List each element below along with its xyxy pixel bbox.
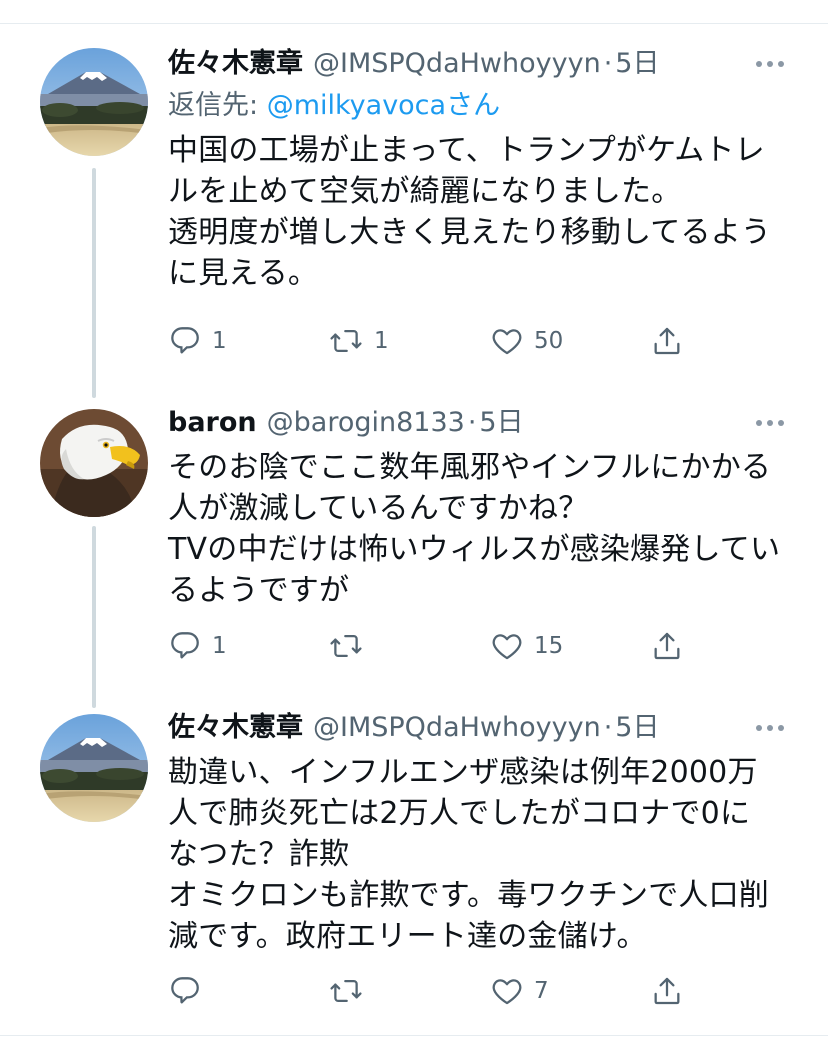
display-name[interactable]: baron <box>168 403 257 443</box>
avatar-fuji[interactable] <box>40 48 148 156</box>
tweet-text-line: 中国の工場が止まって、トランプがケムトレ <box>168 133 765 168</box>
timestamp[interactable]: 5日 <box>615 708 659 748</box>
share-button[interactable] <box>650 971 684 1011</box>
display-name[interactable]: 佐々木憲章 <box>168 708 303 748</box>
more-options-icon[interactable] <box>756 403 784 443</box>
share-button[interactable] <box>650 626 684 666</box>
tweet-actions: 7 <box>168 971 688 1011</box>
tweet-text-line: ルを止めて空気が綺麗になりました。 <box>168 174 682 209</box>
timestamp[interactable]: 5日 <box>479 403 523 443</box>
retweet-arrows-icon <box>330 979 362 1003</box>
user-handle[interactable]: @IMSPQdaHwhoyyyn <box>313 708 601 748</box>
tweet-text-line: TVの中だけは怖いウィルスが感染爆発してい <box>168 532 781 567</box>
replying-to-label: 返信先: <box>168 90 267 121</box>
tweet-actions: 1 15 <box>168 626 688 666</box>
tweet-text-line: に見える。 <box>168 256 319 291</box>
retweet-button[interactable] <box>328 626 374 666</box>
upload-share-icon <box>654 977 680 1005</box>
reply-button[interactable]: 1 <box>168 321 227 361</box>
tweet[interactable]: baron @barogin8133 · 5日 そのお陰でここ数年風邪やインフル… <box>168 403 798 660</box>
reply-count: 1 <box>212 633 227 659</box>
separator: · <box>467 407 477 438</box>
mount-fuji-photo <box>40 48 148 156</box>
tweet-text: 中国の工場が止まって、トランプがケムトレ ルを止めて空気が綺麗になりました。 透… <box>168 130 798 294</box>
speech-bubble-icon <box>171 632 199 659</box>
tweet-text-line: 人で肺炎死亡は2万人でしたがコロナで0に <box>168 796 751 831</box>
bottom-divider <box>0 1035 828 1036</box>
user-handle[interactable]: @barogin8133 <box>267 403 465 443</box>
heart-outline-icon <box>492 329 522 355</box>
top-divider <box>0 23 828 24</box>
speech-bubble-icon <box>171 327 199 354</box>
tweet-text-line: 勘違い、インフルエンザ感染は例年2000万 <box>168 755 758 790</box>
heart-outline-icon <box>492 634 522 660</box>
thread-connector-line <box>92 168 96 398</box>
like-button[interactable]: 7 <box>490 971 549 1011</box>
thread-connector-line <box>92 526 96 708</box>
display-name[interactable]: 佐々木憲章 <box>168 44 303 84</box>
heart-outline-icon <box>492 979 522 1005</box>
more-options-icon[interactable] <box>756 708 784 748</box>
tweet[interactable]: 佐々木憲章 @IMSPQdaHwhoyyyn · 5日 勘違い、インフルエンザ感… <box>168 708 798 1005</box>
reply-button[interactable]: 1 <box>168 626 227 666</box>
mount-fuji-photo <box>40 714 148 822</box>
separator: · <box>603 712 613 743</box>
reply-count: 1 <box>212 328 227 354</box>
upload-share-icon <box>654 632 680 660</box>
tweet-actions: 1 1 50 <box>168 321 688 361</box>
retweet-arrows-icon <box>330 329 362 353</box>
tweet-text: そのお陰でここ数年風邪やインフルにかかる 人が激減しているんですかね？ TVの中… <box>168 447 798 611</box>
tweet-text-line: なつた？詐欺 <box>168 837 350 872</box>
share-button[interactable] <box>650 321 684 361</box>
retweet-button[interactable]: 1 <box>328 321 389 361</box>
reply-button[interactable] <box>168 971 212 1011</box>
tweet-text-line: そのお陰でここ数年風邪やインフルにかかる <box>168 450 772 485</box>
retweet-arrows-icon <box>330 634 362 658</box>
tweet-header: 佐々木憲章 @IMSPQdaHwhoyyyn · 5日 <box>168 708 798 748</box>
avatar-fuji[interactable] <box>40 714 148 822</box>
replying-to-suffix: さん <box>446 90 501 121</box>
retweet-count: 1 <box>374 328 389 354</box>
tweet-header: baron @barogin8133 · 5日 <box>168 403 798 443</box>
tweet-text-line: オミクロンも詐欺です。毒ワクチンで人口削 <box>168 878 769 913</box>
retweet-button[interactable] <box>328 971 374 1011</box>
replying-to: 返信先: @milkyavocaさん <box>168 86 798 126</box>
upload-share-icon <box>654 327 680 355</box>
tweet-text-line: るようですが <box>168 573 350 608</box>
tweet-text-line: 減です。政府エリート達の金儲け。 <box>168 919 647 954</box>
like-count: 15 <box>534 633 564 659</box>
speech-bubble-icon <box>171 977 199 1004</box>
timestamp[interactable]: 5日 <box>615 44 659 84</box>
tweet[interactable]: 佐々木憲章 @IMSPQdaHwhoyyyn · 5日 返信先: @milkya… <box>168 44 798 355</box>
like-count: 50 <box>534 328 564 354</box>
more-options-icon[interactable] <box>756 44 784 84</box>
like-button[interactable]: 15 <box>490 626 563 666</box>
like-button[interactable]: 50 <box>490 321 563 361</box>
tweet-text-line: 人が激減しているんですかね？ <box>168 491 589 526</box>
tweet-header: 佐々木憲章 @IMSPQdaHwhoyyyn · 5日 <box>168 44 798 84</box>
user-handle[interactable]: @IMSPQdaHwhoyyyn <box>313 44 601 84</box>
separator: · <box>603 48 613 79</box>
avatar-eagle[interactable] <box>40 409 148 517</box>
tweet-text-line: 透明度が増し大きく見えたり移動してるよう <box>168 215 772 250</box>
like-count: 7 <box>534 978 549 1004</box>
mention-link[interactable]: @milkyavoca <box>267 90 446 121</box>
bald-eagle-photo <box>40 409 148 517</box>
tweet-text: 勘違い、インフルエンザ感染は例年2000万 人で肺炎死亡は2万人でしたがコロナで… <box>168 752 798 957</box>
